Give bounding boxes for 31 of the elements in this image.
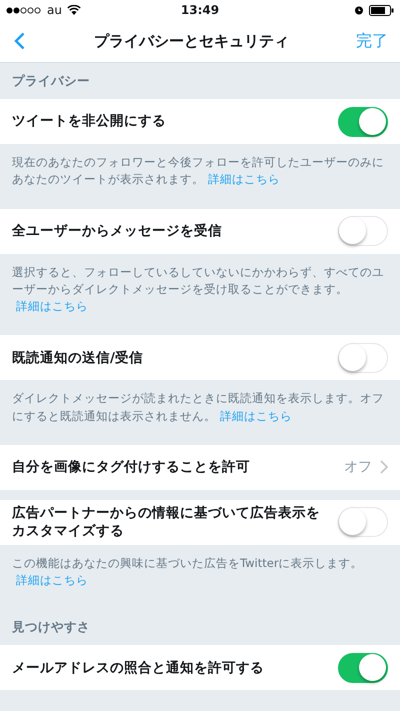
setting-description: この機能はあなたの興味に基づいた広告をTwitterに表示します。 詳細はこちら xyxy=(12,554,364,589)
setting-row[interactable]: 広告パートナーからの情報に基づいて広告表示をカスタマイズする xyxy=(0,500,400,545)
chevron-icon xyxy=(380,460,388,474)
screen-title: プライバシーとセキュリティ xyxy=(94,32,289,50)
setting-description: ダイレクトメッセージが読まれたときに既読通知を表示します。オフにすると既読通知は表示されません。 詳細はこちら xyxy=(12,390,385,424)
setting-label: ツイートを非公開にする xyxy=(12,112,167,131)
setting-label: 既読通知の送信/受信 xyxy=(12,348,144,367)
setting-label: 自分を画像にタグ付けすることを許可 xyxy=(12,458,251,476)
back-chevron-icon xyxy=(14,32,25,50)
status-time: 13:49 xyxy=(180,3,220,17)
wifi-icon xyxy=(66,5,81,15)
toggle-switch[interactable] xyxy=(338,652,388,683)
section-header: 見つけやすさ xyxy=(12,618,90,636)
battery-icon xyxy=(369,4,394,16)
setting-label: メールアドレスの照合と通知を許可する xyxy=(12,658,265,677)
signal-icon xyxy=(6,6,42,14)
alarm-clock-icon xyxy=(354,5,364,15)
setting-description: 選択すると、フォローしているしていないにかかわらず、すべてのユーザーからダイレクトメッセージを受け取ることができます。 詳細はこちら xyxy=(12,264,385,315)
carrier-name: au xyxy=(47,3,62,17)
section-header: プライバシー xyxy=(12,72,90,90)
toggle-switch[interactable] xyxy=(338,106,388,136)
setting-description: 現在のあなたのフォロワーと今後フォローを許可したユーザーのみにあなたのツイートが表示されます。 詳細はこちら xyxy=(12,154,385,188)
setting-row[interactable]: 自分を画像にタグ付けすることを許可 オフ xyxy=(0,444,400,490)
setting-row[interactable]: ツイートを非公開にする xyxy=(0,99,400,144)
setting-row[interactable]: メールアドレスの照合と通知を許可する xyxy=(0,645,400,690)
setting-row[interactable]: 既読通知の送信/受信 xyxy=(0,335,400,380)
setting-value: オフ xyxy=(344,458,372,476)
setting-label: 全ユーザーからメッセージを受信 xyxy=(12,222,223,240)
setting-row[interactable]: 全ユーザーからメッセージを受信 xyxy=(0,208,400,254)
setting-label: 広告パートナーからの情報に基づいて広告表示をカスタマイズする xyxy=(12,504,321,540)
back-button[interactable] xyxy=(12,30,27,52)
